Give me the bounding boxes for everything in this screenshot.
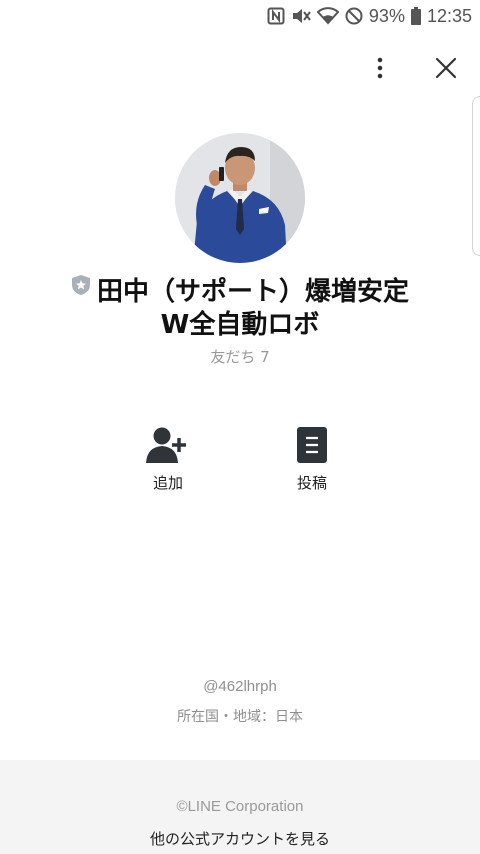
add-friend-button[interactable]: 追加 xyxy=(118,424,218,493)
other-official-accounts-link[interactable]: 他の公式アカウントを見る xyxy=(0,828,480,849)
nfc-icon xyxy=(267,7,285,25)
wifi-icon xyxy=(316,7,339,25)
friends-count: 友だち 7 xyxy=(210,348,270,366)
do-not-disturb-icon xyxy=(345,7,363,25)
close-icon xyxy=(435,57,457,79)
region-info: 所在国・地域：日本 xyxy=(177,709,303,725)
battery-icon xyxy=(410,7,421,25)
more-options-button[interactable] xyxy=(362,50,398,86)
close-button[interactable] xyxy=(428,50,464,86)
header-actions xyxy=(362,50,464,86)
posts-label: 投稿 xyxy=(296,474,327,492)
footer: ©LINE Corporation 他の公式アカウントを見る xyxy=(0,760,480,854)
mute-icon xyxy=(291,7,311,25)
profile-name-text: 田中（サポート）爆増安定W全自動ロボ xyxy=(96,277,409,340)
add-friend-icon xyxy=(118,424,218,466)
clock: 12:35 xyxy=(426,5,472,26)
posts-button[interactable]: 投稿 xyxy=(262,424,362,493)
posts-icon xyxy=(262,424,362,466)
more-vertical-icon xyxy=(377,57,383,79)
add-friend-label: 追加 xyxy=(152,474,183,492)
side-panel-handle[interactable] xyxy=(472,96,480,256)
profile-name: 田中（サポート）爆増安定W全自動ロボ xyxy=(60,275,420,342)
official-account-shield-icon xyxy=(71,272,91,305)
copyright-text: ©LINE Corporation xyxy=(176,798,304,815)
battery-percent: 93% xyxy=(368,5,405,26)
profile-avatar[interactable] xyxy=(175,133,305,263)
account-id: @462lhrph xyxy=(203,678,277,695)
status-bar: 93% 12:35 xyxy=(0,0,480,32)
